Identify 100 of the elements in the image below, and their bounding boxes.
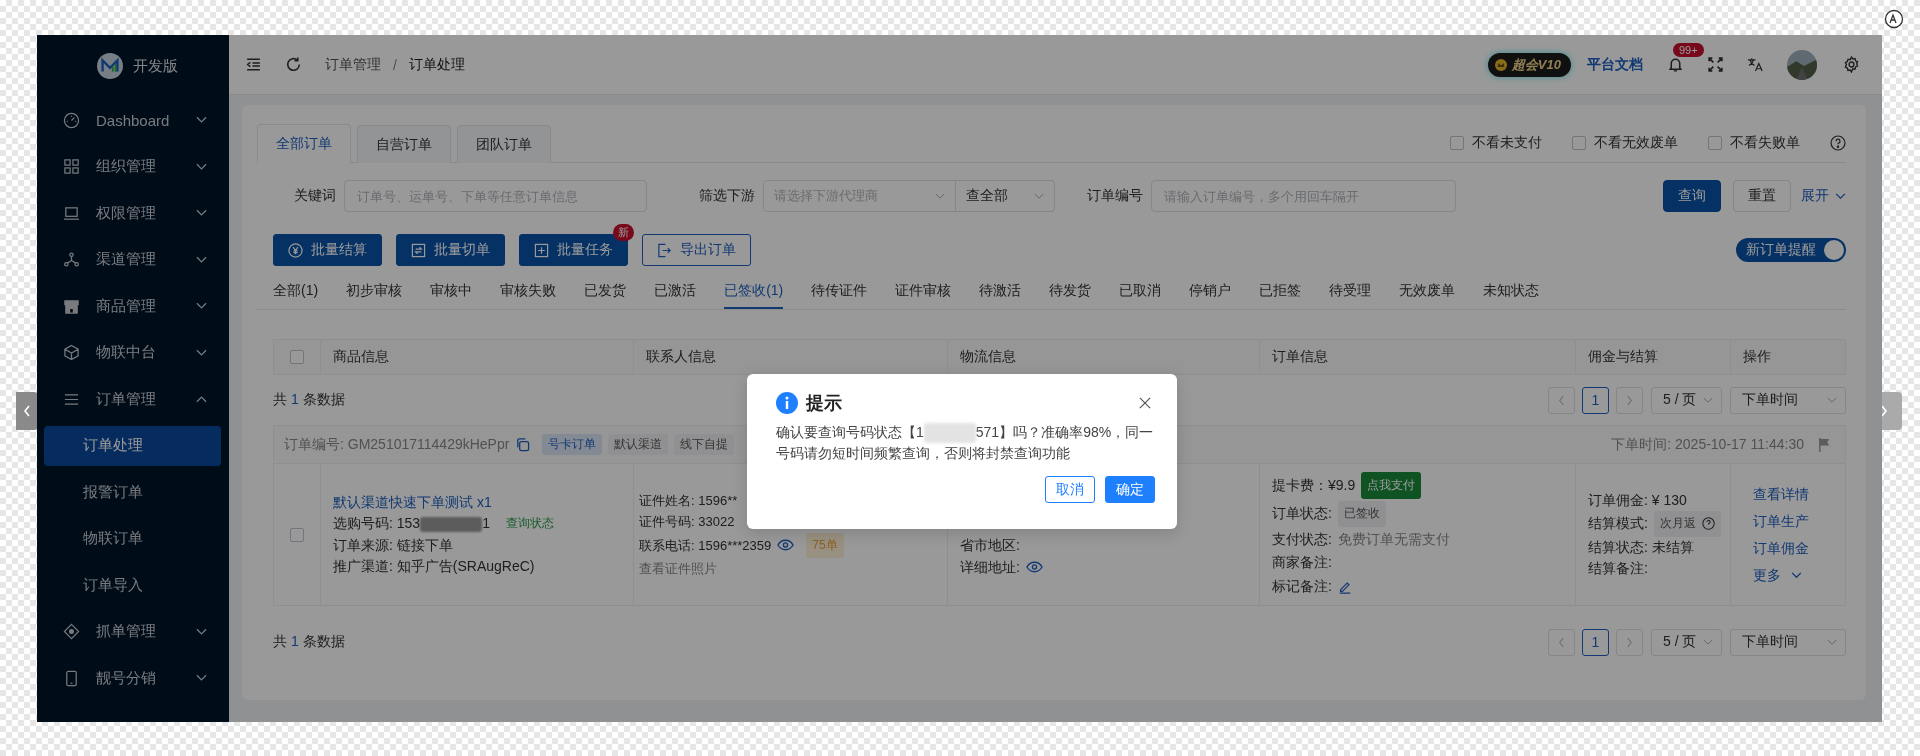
- edit-icon[interactable]: [1337, 579, 1352, 594]
- confirm-button[interactable]: 确定: [1105, 476, 1155, 504]
- refresh-icon[interactable]: [285, 56, 302, 73]
- action-button[interactable]: 批量结算: [273, 234, 382, 266]
- order-time: 下单时间: 2025-10-17 11:44:30: [1611, 435, 1804, 454]
- select-all-checkbox[interactable]: [290, 350, 304, 364]
- brand-name: 开发版: [133, 56, 178, 76]
- sort-select[interactable]: 下单时间: [1730, 386, 1846, 414]
- breadcrumb-item: 订单处理: [408, 55, 465, 74]
- order-tag: 号卡订单: [542, 434, 603, 455]
- status-tab[interactable]: 待传证件: [811, 275, 868, 309]
- status-tab[interactable]: 已激活: [654, 275, 697, 309]
- flag-icon[interactable]: [1818, 437, 1831, 452]
- translate-icon[interactable]: [1884, 9, 1904, 29]
- previous-button[interactable]: [16, 392, 38, 430]
- sidebar-subitem[interactable]: 报警订单: [44, 472, 221, 512]
- dropdown-icon: [1827, 638, 1837, 646]
- operation-link[interactable]: 订单生产: [1753, 511, 1809, 531]
- product-link[interactable]: 默认渠道快速下单测试 x1: [333, 491, 492, 513]
- column-header: 操作: [1743, 348, 1771, 366]
- status-tab[interactable]: 初步审核: [346, 275, 403, 309]
- more-link[interactable]: 更多: [1753, 565, 1802, 585]
- checkbox[interactable]: [1572, 136, 1586, 150]
- bell-icon[interactable]: [1667, 56, 1684, 73]
- status-tab[interactable]: 全部(1): [273, 275, 319, 309]
- sidebar-item[interactable]: 订单管理: [37, 376, 229, 423]
- status-tab[interactable]: 待激活: [979, 275, 1022, 309]
- dropdown-icon: [935, 192, 945, 200]
- avatar[interactable]: [1787, 49, 1817, 80]
- id-photo-link[interactable]: 查看证件照片: [639, 558, 717, 580]
- cancel-button[interactable]: 取消: [1045, 476, 1095, 504]
- eye-icon[interactable]: [1025, 561, 1043, 574]
- query-button[interactable]: 查询: [1663, 180, 1721, 212]
- sidebar-subitem[interactable]: 订单导入: [44, 565, 221, 605]
- help-icon[interactable]: [1701, 517, 1715, 531]
- action-button[interactable]: 导出订单: [642, 234, 751, 266]
- status-tab[interactable]: 已取消: [1119, 275, 1162, 309]
- status-tab[interactable]: 未知状态: [1483, 275, 1540, 309]
- contact-detail: 证件号码: 33022: [639, 513, 735, 531]
- breadcrumb-item[interactable]: 订单管理: [325, 55, 381, 74]
- merchant-note: 商家备注:: [1272, 553, 1332, 573]
- sidebar-subitem[interactable]: 订单处理: [44, 425, 221, 466]
- fullscreen-icon[interactable]: [1707, 56, 1724, 73]
- sidebar-item[interactable]: 商品管理: [37, 283, 229, 330]
- order-tab[interactable]: 自营订单: [357, 125, 451, 163]
- translate-icon[interactable]: [1747, 56, 1764, 73]
- row-checkbox[interactable]: [290, 527, 304, 542]
- reset-button[interactable]: 重置: [1733, 180, 1791, 212]
- sidebar-subitem[interactable]: 物联订单: [44, 518, 221, 559]
- status-tab[interactable]: 无效废单: [1399, 275, 1456, 309]
- expand-link[interactable]: 展开: [1801, 187, 1846, 205]
- status-tab[interactable]: 审核中: [430, 275, 473, 309]
- status-tab[interactable]: 待受理: [1329, 275, 1372, 309]
- sort-select[interactable]: 下单时间: [1730, 628, 1846, 656]
- checkbox[interactable]: [1450, 136, 1464, 150]
- settings-icon[interactable]: [1843, 56, 1860, 73]
- sidebar-item[interactable]: 权限管理: [37, 190, 229, 237]
- query-status-link[interactable]: 查询状态: [505, 513, 554, 535]
- status-tab[interactable]: 证件审核: [895, 275, 952, 309]
- yen-icon: [288, 242, 303, 258]
- operation-link[interactable]: 查看详情: [1753, 484, 1809, 504]
- checkbox[interactable]: [1708, 136, 1722, 150]
- action-button[interactable]: 批量切单: [396, 234, 505, 266]
- page-button[interactable]: 1: [1582, 628, 1609, 656]
- logo-icon: [97, 53, 123, 79]
- menu-fold-icon[interactable]: [245, 56, 262, 73]
- status-tab[interactable]: 待发货: [1049, 275, 1092, 309]
- page-size-select[interactable]: 5 / 页: [1651, 628, 1722, 656]
- status-tab[interactable]: 已拒签: [1259, 275, 1302, 309]
- eye-icon[interactable]: [777, 539, 795, 552]
- order-tab[interactable]: 团队订单: [457, 125, 551, 163]
- status-tab[interactable]: 已签收(1): [724, 275, 784, 309]
- page-button[interactable]: 1: [1582, 386, 1609, 414]
- status-tab[interactable]: 审核失败: [500, 275, 557, 309]
- column-header: 商品信息: [333, 348, 389, 366]
- commission-amount: 订单佣金: ¥ 130: [1588, 490, 1687, 510]
- checkbox-label: 不看未支付: [1472, 134, 1542, 152]
- help-icon[interactable]: [1830, 135, 1846, 151]
- operation-link[interactable]: 订单佣金: [1753, 538, 1809, 558]
- sidebar-item[interactable]: 抓单管理: [37, 608, 229, 655]
- pay-button[interactable]: 点我支付: [1361, 471, 1422, 500]
- reminder-switch[interactable]: 新订单提醒: [1736, 238, 1846, 262]
- sidebar-item[interactable]: 组织管理: [37, 143, 229, 190]
- sidebar-item[interactable]: 渠道管理: [37, 236, 229, 283]
- checkbox-label: 不看失败单: [1730, 134, 1800, 152]
- sidebar-item[interactable]: 物联中台: [37, 329, 229, 376]
- status-tab[interactable]: 停销户: [1189, 275, 1232, 309]
- scope-select[interactable]: 查全部: [956, 180, 1055, 212]
- order-number: 订单编号: GM251017114429kHePpr: [284, 435, 510, 454]
- copy-icon[interactable]: [515, 437, 531, 452]
- status-tab[interactable]: 已发货: [584, 275, 627, 309]
- order-tab[interactable]: 全部订单: [257, 124, 351, 163]
- sidebar-item[interactable]: Dashboard: [37, 97, 229, 144]
- chevron-right-icon: [1626, 636, 1633, 648]
- field-label: 订单编号: [1087, 187, 1143, 205]
- close-icon[interactable]: [1139, 397, 1151, 409]
- docs-link[interactable]: 平台文档: [1587, 55, 1643, 74]
- page-size-select[interactable]: 5 / 页: [1651, 386, 1722, 414]
- vip-badge[interactable]: 超会V10: [1487, 52, 1571, 77]
- sidebar-item[interactable]: 靓号分销: [37, 655, 229, 702]
